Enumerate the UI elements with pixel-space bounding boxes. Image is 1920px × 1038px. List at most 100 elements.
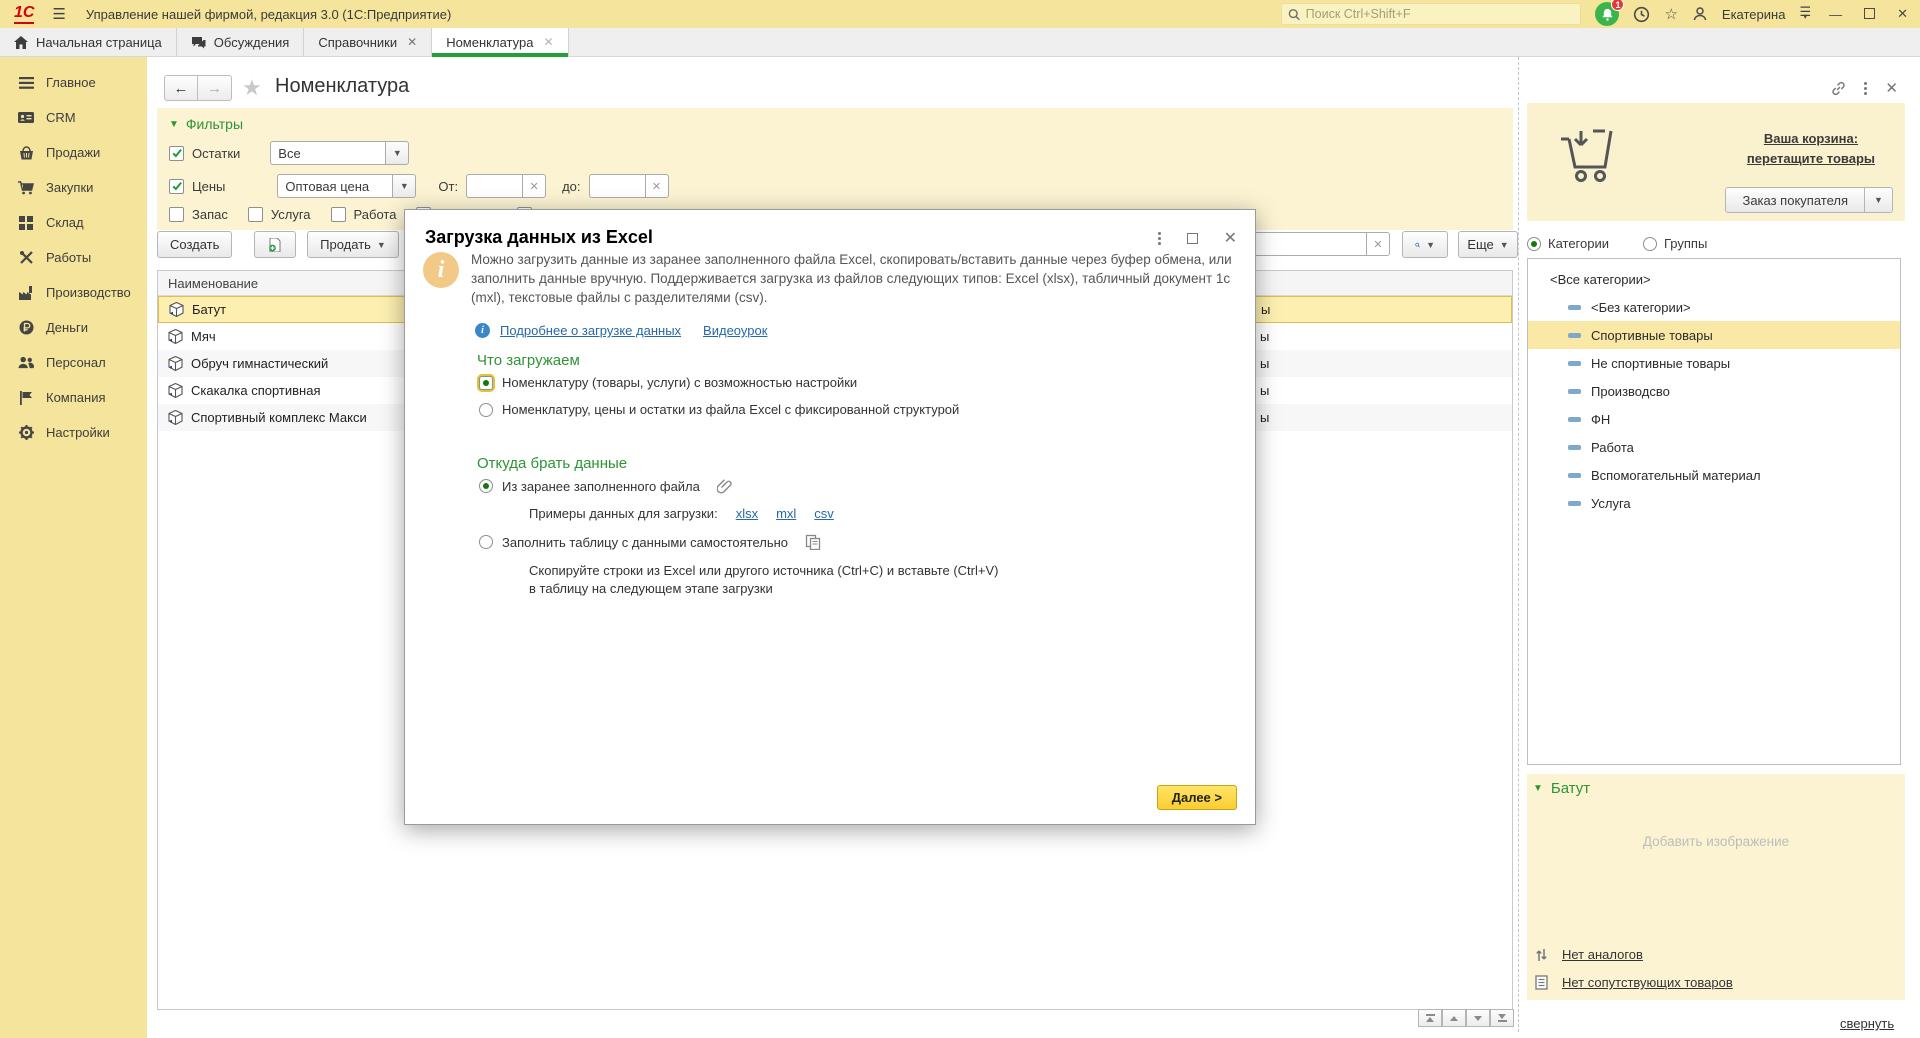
- view-categories-radio[interactable]: Категории: [1527, 236, 1609, 251]
- dialog-intro-text: Можно загрузить данные из заранее заполн…: [471, 250, 1249, 307]
- tab-close-icon[interactable]: ✕: [407, 35, 417, 49]
- price-type-select[interactable]: Оптовая цена ▼: [277, 174, 416, 198]
- functions-menu-icon[interactable]: ☰▾: [1799, 9, 1811, 20]
- clear-icon[interactable]: ✕: [1366, 232, 1390, 256]
- product-section-toggle[interactable]: ▼ Батут: [1533, 780, 1590, 797]
- restore-button[interactable]: [1860, 7, 1879, 22]
- price-from-input[interactable]: ✕: [466, 174, 546, 198]
- what-option2-label: Номенклатуру, цены и остатки из файла Ex…: [502, 402, 959, 417]
- ostatki-select[interactable]: Все ▼: [270, 141, 409, 165]
- sidebar-item-dengi[interactable]: Деньги: [0, 310, 147, 345]
- sidebar-item-proizvodstvo[interactable]: Производство: [0, 275, 147, 310]
- cart-hint-line1: Ваша корзина:: [1747, 129, 1875, 149]
- create-group-button[interactable]: [254, 231, 296, 258]
- chevron-down-icon: ▼: [1426, 240, 1435, 250]
- filters-toggle[interactable]: ▼ Фильтры: [169, 116, 1501, 132]
- add-image-placeholder[interactable]: Добавить изображение: [1527, 834, 1905, 849]
- tab-close-icon[interactable]: ✕: [543, 35, 553, 49]
- category-item[interactable]: Вспомогательный материал: [1528, 461, 1900, 489]
- chevron-down-icon[interactable]: ▼: [1865, 187, 1893, 213]
- sidebar-item-nastroyki[interactable]: Настройки: [0, 415, 147, 450]
- dialog-maximize-icon[interactable]: [1187, 233, 1198, 244]
- category-item-selected[interactable]: Спортивные товары: [1528, 321, 1900, 349]
- related-products-link[interactable]: Нет сопутствующих товаров: [1535, 975, 1733, 990]
- cart-dropzone[interactable]: Ваша корзина: перетащите товары Заказ по…: [1527, 103, 1905, 221]
- category-item[interactable]: ФН: [1528, 405, 1900, 433]
- source-manual-radio[interactable]: Заполнить таблицу с данными самостоятель…: [479, 534, 821, 550]
- price-to-input[interactable]: ✕: [589, 174, 669, 198]
- sidebar-item-prodazhi[interactable]: Продажи: [0, 135, 147, 170]
- history-icon[interactable]: [1633, 6, 1650, 23]
- sidebar-item-personal[interactable]: Персонал: [0, 345, 147, 380]
- category-item[interactable]: Работа: [1528, 433, 1900, 461]
- category-item[interactable]: <Все категории>: [1528, 265, 1900, 293]
- tab-nomenklatura[interactable]: Номенклатура ✕: [432, 28, 568, 56]
- global-search-field[interactable]: [1306, 7, 1575, 21]
- sidebar-item-sklad[interactable]: Склад: [0, 205, 147, 240]
- zapas-checkbox[interactable]: [169, 207, 184, 222]
- minimize-button[interactable]: —: [1825, 7, 1846, 22]
- usluga-checkbox[interactable]: [248, 207, 263, 222]
- category-item[interactable]: Не спортивные товары: [1528, 349, 1900, 377]
- ostatki-checkbox[interactable]: [169, 146, 184, 161]
- example-mxl-link[interactable]: mxl: [776, 506, 796, 521]
- dialog-more-icon[interactable]: [1158, 232, 1161, 245]
- next-button[interactable]: Далее >: [1157, 785, 1237, 810]
- category-item[interactable]: Услуга: [1528, 489, 1900, 517]
- global-search-input[interactable]: [1281, 3, 1581, 25]
- get-link-icon[interactable]: [1831, 81, 1846, 96]
- create-button[interactable]: Создать: [157, 231, 232, 258]
- first-page-button[interactable]: [1418, 1009, 1442, 1027]
- search-button[interactable]: ▼: [1402, 231, 1448, 258]
- collapse-link[interactable]: свернуть: [1840, 1016, 1894, 1031]
- close-button[interactable]: ✕: [1893, 6, 1912, 22]
- favorites-star-icon[interactable]: ☆: [1664, 7, 1677, 22]
- notifications-bell-icon[interactable]: 1: [1595, 2, 1619, 26]
- sidebar-item-crm[interactable]: CRM: [0, 100, 147, 135]
- what-option1-radio[interactable]: Номенклатуру (товары, услуги) с возможно…: [479, 375, 857, 390]
- rabota-checkbox[interactable]: [331, 207, 346, 222]
- clear-icon[interactable]: ✕: [645, 174, 669, 198]
- customer-order-button[interactable]: Заказ покупателя: [1725, 187, 1865, 213]
- close-form-icon[interactable]: ✕: [1885, 79, 1898, 97]
- tab-bar: Начальная страница Обсуждения Справочник…: [0, 28, 1920, 57]
- next-page-button[interactable]: [1466, 1009, 1490, 1027]
- nav-back-button[interactable]: ←: [164, 75, 198, 101]
- user-icon[interactable]: [1692, 6, 1708, 22]
- more-menu-icon[interactable]: [1864, 82, 1867, 95]
- prev-page-button[interactable]: [1442, 1009, 1466, 1027]
- category-item[interactable]: <Без категории>: [1528, 293, 1900, 321]
- more-button[interactable]: Еще▼: [1458, 231, 1518, 258]
- nav-forward-button[interactable]: →: [198, 75, 232, 101]
- zapas-label: Запас: [192, 207, 228, 222]
- chevron-down-icon[interactable]: ▼: [385, 141, 409, 165]
- tab-spravochniki[interactable]: Справочники ✕: [304, 28, 432, 56]
- analogs-link[interactable]: Нет аналогов: [1535, 947, 1643, 962]
- tseny-checkbox[interactable]: [169, 179, 184, 194]
- sidebar-item-kompaniya[interactable]: Компания: [0, 380, 147, 415]
- cart-hint[interactable]: Ваша корзина: перетащите товары: [1747, 129, 1875, 168]
- sidebar-item-glavnoe[interactable]: Главное: [0, 65, 147, 100]
- more-info-link[interactable]: Подробнее о загрузке данных: [500, 323, 681, 338]
- sidebar-item-zakupki[interactable]: Закупки: [0, 170, 147, 205]
- view-groups-radio[interactable]: Группы: [1643, 236, 1707, 251]
- tab-label: Начальная страница: [36, 35, 162, 50]
- app-titlebar: 1С ☰ Управление нашей фирмой, редакция 3…: [0, 0, 1920, 28]
- favorite-star-icon[interactable]: ★: [242, 75, 262, 101]
- main-menu-icon[interactable]: ☰: [52, 5, 65, 23]
- source-file-radio[interactable]: Из заранее заполненного файла: [479, 478, 732, 494]
- example-xlsx-link[interactable]: xlsx: [736, 506, 758, 521]
- category-item[interactable]: Производсво: [1528, 377, 1900, 405]
- chevron-down-icon[interactable]: ▼: [392, 174, 416, 198]
- sidebar-item-raboty[interactable]: Работы: [0, 240, 147, 275]
- clear-icon[interactable]: ✕: [522, 174, 546, 198]
- last-page-button[interactable]: [1490, 1009, 1514, 1027]
- sell-button[interactable]: Продать▼: [307, 231, 399, 258]
- dialog-close-icon[interactable]: ✕: [1224, 228, 1237, 248]
- tab-label: Обсуждения: [214, 35, 290, 50]
- tab-home[interactable]: Начальная страница: [0, 28, 177, 56]
- tab-discussions[interactable]: Обсуждения: [177, 28, 305, 56]
- example-csv-link[interactable]: csv: [814, 506, 834, 521]
- what-option2-radio[interactable]: Номенклатуру, цены и остатки из файла Ex…: [479, 402, 959, 417]
- video-tutorial-link[interactable]: Видеоурок: [703, 323, 767, 338]
